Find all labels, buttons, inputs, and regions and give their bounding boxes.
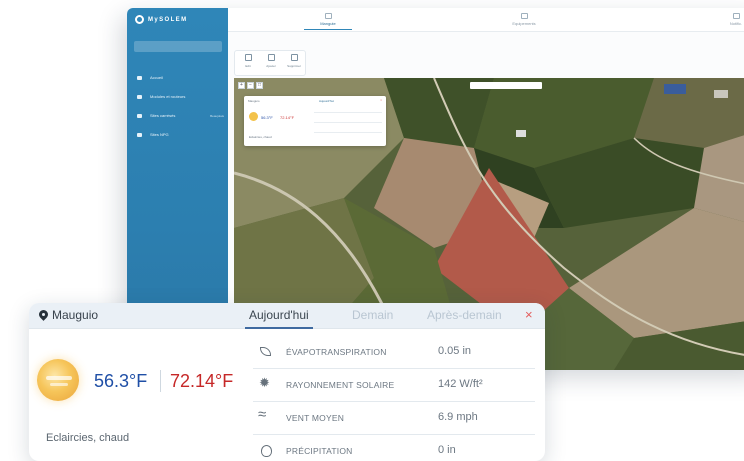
edit-icon <box>244 54 252 61</box>
mini-weather-popup: Mauguio Aujourd'hui × 56.3°F 72.14°F Ecl… <box>244 96 386 146</box>
delete-button[interactable]: Supprimer <box>284 54 304 68</box>
trash-icon <box>290 54 298 61</box>
metric-evapotranspiration: ÉVAPOTRANSPIRATION 0.05 in <box>253 336 535 369</box>
page: MySOLEM Accueil Modules et routeurs Site… <box>0 0 744 461</box>
logo-icon <box>135 15 144 24</box>
mini-metric-row <box>314 122 382 123</box>
sidebar-item-modules[interactable]: Modules et routeurs <box>136 87 224 106</box>
radiation-icon <box>258 375 272 391</box>
metric-value: 0 in <box>438 444 456 456</box>
zoom-in-button[interactable]: + <box>238 82 245 89</box>
tab-notifications[interactable]: Notific. <box>706 10 744 26</box>
brand-name: MySOLEM <box>148 16 188 23</box>
metric-wind: VENT MOYEN 6.9 mph <box>253 402 535 435</box>
tab-map[interactable]: Mangute <box>298 10 358 30</box>
wind-icon <box>258 406 272 423</box>
tool-label: Ajouter <box>266 64 276 68</box>
drop-icon <box>258 444 272 457</box>
tab-label: Notific. <box>729 21 743 26</box>
map-search-input[interactable] <box>470 82 542 89</box>
metric-value: 6.9 mph <box>438 411 478 423</box>
metric-label: RAYONNEMENT SOLAIRE <box>286 380 395 390</box>
location-pin-icon <box>39 310 48 321</box>
mini-temp-low: 56.3°F <box>261 115 273 120</box>
sidebar-item-sites[interactable]: Sites carrésés Beaujolais <box>136 106 224 125</box>
map-icon <box>136 132 144 138</box>
weather-description: Eclaircies, chaud <box>46 432 130 444</box>
weather-card: Mauguio Aujourd'hui Demain Après-demain … <box>29 303 545 461</box>
edit-button[interactable]: Edit <box>238 54 258 68</box>
weather-header: Mauguio Aujourd'hui Demain Après-demain … <box>29 303 545 329</box>
location-name: Mauguio <box>52 308 99 322</box>
mini-location: Mauguio <box>248 99 260 103</box>
temp-low: 56.3°F <box>94 371 148 391</box>
partly-sunny-icon <box>37 359 79 401</box>
map-toolbox: Edit Ajouter Supprimer <box>234 50 306 76</box>
sidebar-item-label: Modules et routeurs <box>150 94 186 99</box>
metric-solar-radiation: RAYONNEMENT SOLAIRE 142 W/ft² <box>253 369 535 402</box>
metric-precipitation: PRÉCIPITATION 0 in <box>253 435 535 461</box>
bell-icon <box>732 13 740 19</box>
tab-equipements[interactable]: Equipements <box>494 10 554 26</box>
sidebar-item-badge: Beaujolais <box>210 113 224 118</box>
sidebar-item-label: Sites carrésés <box>150 113 176 118</box>
mini-metric-row <box>314 112 382 113</box>
mini-metric-row <box>314 132 382 133</box>
tab-day-after[interactable]: Après-demain <box>427 308 502 322</box>
weather-metrics: ÉVAPOTRANSPIRATION 0.05 in RAYONNEMENT S… <box>253 336 535 461</box>
layers-button[interactable]: □ <box>256 82 263 89</box>
metric-value: 142 W/ft² <box>438 378 483 390</box>
sites-icon <box>136 113 144 119</box>
tab-today[interactable]: Aujourd'hui <box>245 308 313 329</box>
sidebar-nav: Accueil Modules et routeurs Sites carrés… <box>136 68 224 144</box>
sidebar-item-label: Sites NPG <box>150 132 169 137</box>
mini-temp-high: 72.14°F <box>280 115 295 120</box>
brand-logo[interactable]: MySOLEM <box>135 15 187 24</box>
temp-high: 72.14°F <box>170 371 234 391</box>
tab-tomorrow[interactable]: Demain <box>352 308 393 322</box>
mini-tab-today[interactable]: Aujourd'hui <box>319 99 334 103</box>
zoom-controls: + − □ <box>238 82 263 89</box>
add-button[interactable]: Ajouter <box>261 54 281 68</box>
temp-divider <box>160 370 161 392</box>
mini-close-icon[interactable]: × <box>380 98 382 102</box>
metric-label: PRÉCIPITATION <box>286 446 353 456</box>
zoom-out-button[interactable]: − <box>247 82 254 89</box>
metric-value: 0.05 in <box>438 345 472 357</box>
tab-label: Mangute <box>320 21 336 26</box>
tool-label: Supprimer <box>287 64 301 68</box>
mini-description: Eclaircies, chaud <box>249 135 272 139</box>
mini-sun-icon <box>249 112 258 121</box>
tab-label: Equipements <box>512 21 536 26</box>
home-icon <box>136 75 144 81</box>
sidebar-item-label: Accueil <box>150 75 163 80</box>
equipment-icon <box>520 13 528 19</box>
sidebar-item-accueil[interactable]: Accueil <box>136 68 224 87</box>
weather-location: Mauguio <box>39 308 98 322</box>
metric-label: ÉVAPOTRANSPIRATION <box>286 347 387 357</box>
tool-label: Edit <box>245 64 251 68</box>
add-icon <box>267 54 275 61</box>
sidebar-item-sites-npg[interactable]: Sites NPG <box>136 125 224 144</box>
leaf-icon <box>258 345 272 357</box>
router-icon <box>136 94 144 100</box>
map-tab-icon <box>324 13 332 19</box>
metric-label: VENT MOYEN <box>286 413 345 423</box>
close-icon[interactable]: × <box>525 307 533 322</box>
sidebar-search-input[interactable] <box>134 41 222 52</box>
top-tab-bar: Mangute Equipements Notific. <box>228 8 744 32</box>
